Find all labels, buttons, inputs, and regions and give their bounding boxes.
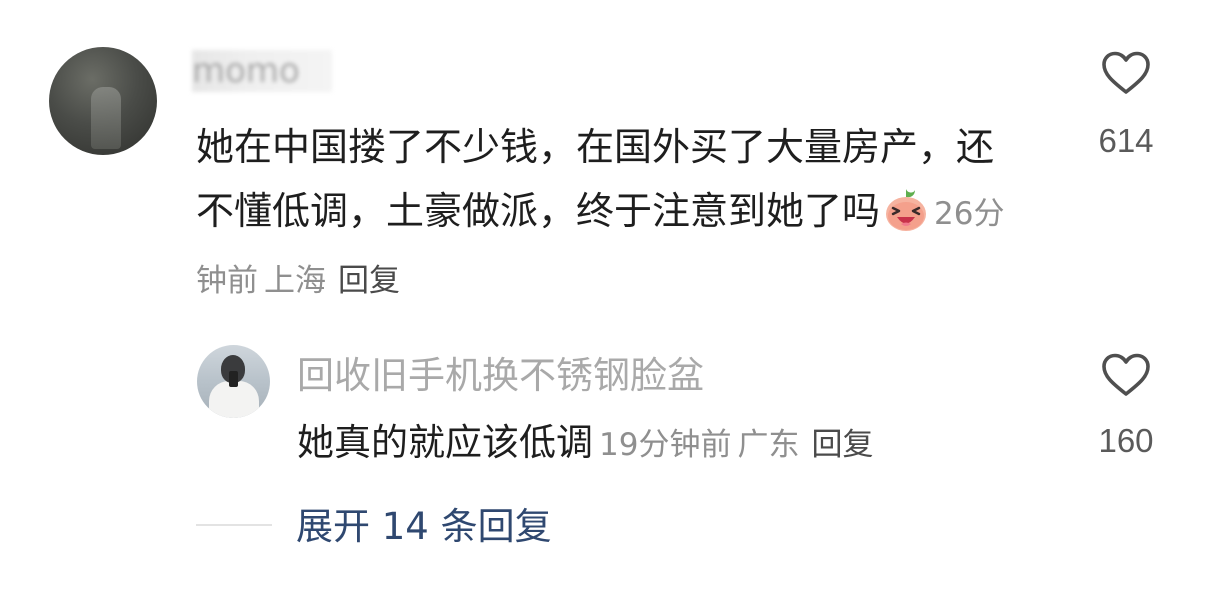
expand-replies-button[interactable]: 展开 14 条回复 [296, 502, 552, 552]
commenter-username[interactable]: momo [192, 50, 332, 92]
comment-body: 她在中国搂了不少钱，在国外买了大量房产，还不懂低调，土豪做派，终于注意到她了吗 … [196, 115, 1026, 313]
comment-like-count: 614 [1098, 122, 1154, 159]
reply-time: 19分钟前 [599, 427, 732, 463]
comment-text: 她在中国搂了不少钱，在国外买了大量房产，还不懂低调，土豪做派，终于注意到她了吗 [196, 125, 995, 233]
heart-icon [1102, 51, 1150, 94]
avatar-phone [229, 371, 238, 387]
comment-location: 上海 [264, 263, 326, 299]
comment-reply-button[interactable]: 回复 [338, 263, 400, 299]
reply-text: 她真的就应该低调 [297, 421, 593, 464]
reply-reply-button[interactable]: 回复 [811, 427, 873, 463]
reply-like-count: 160 [1098, 422, 1154, 459]
expand-divider [196, 524, 272, 526]
commenter-avatar[interactable] [49, 47, 157, 155]
reply-like-button[interactable]: 160 [1066, 352, 1186, 460]
laughing-peach-emoji-icon [886, 189, 927, 231]
comment-like-button[interactable]: 614 [1066, 50, 1186, 160]
heart-icon [1102, 353, 1150, 396]
replier-avatar[interactable] [197, 345, 270, 418]
avatar-figure [91, 87, 121, 149]
reply-location: 广东 [737, 427, 800, 463]
reply-body: 她真的就应该低调 19分钟前 广东 回复 [297, 415, 1017, 473]
reply-username[interactable]: 回收旧手机换不锈钢脸盆 [297, 352, 704, 400]
